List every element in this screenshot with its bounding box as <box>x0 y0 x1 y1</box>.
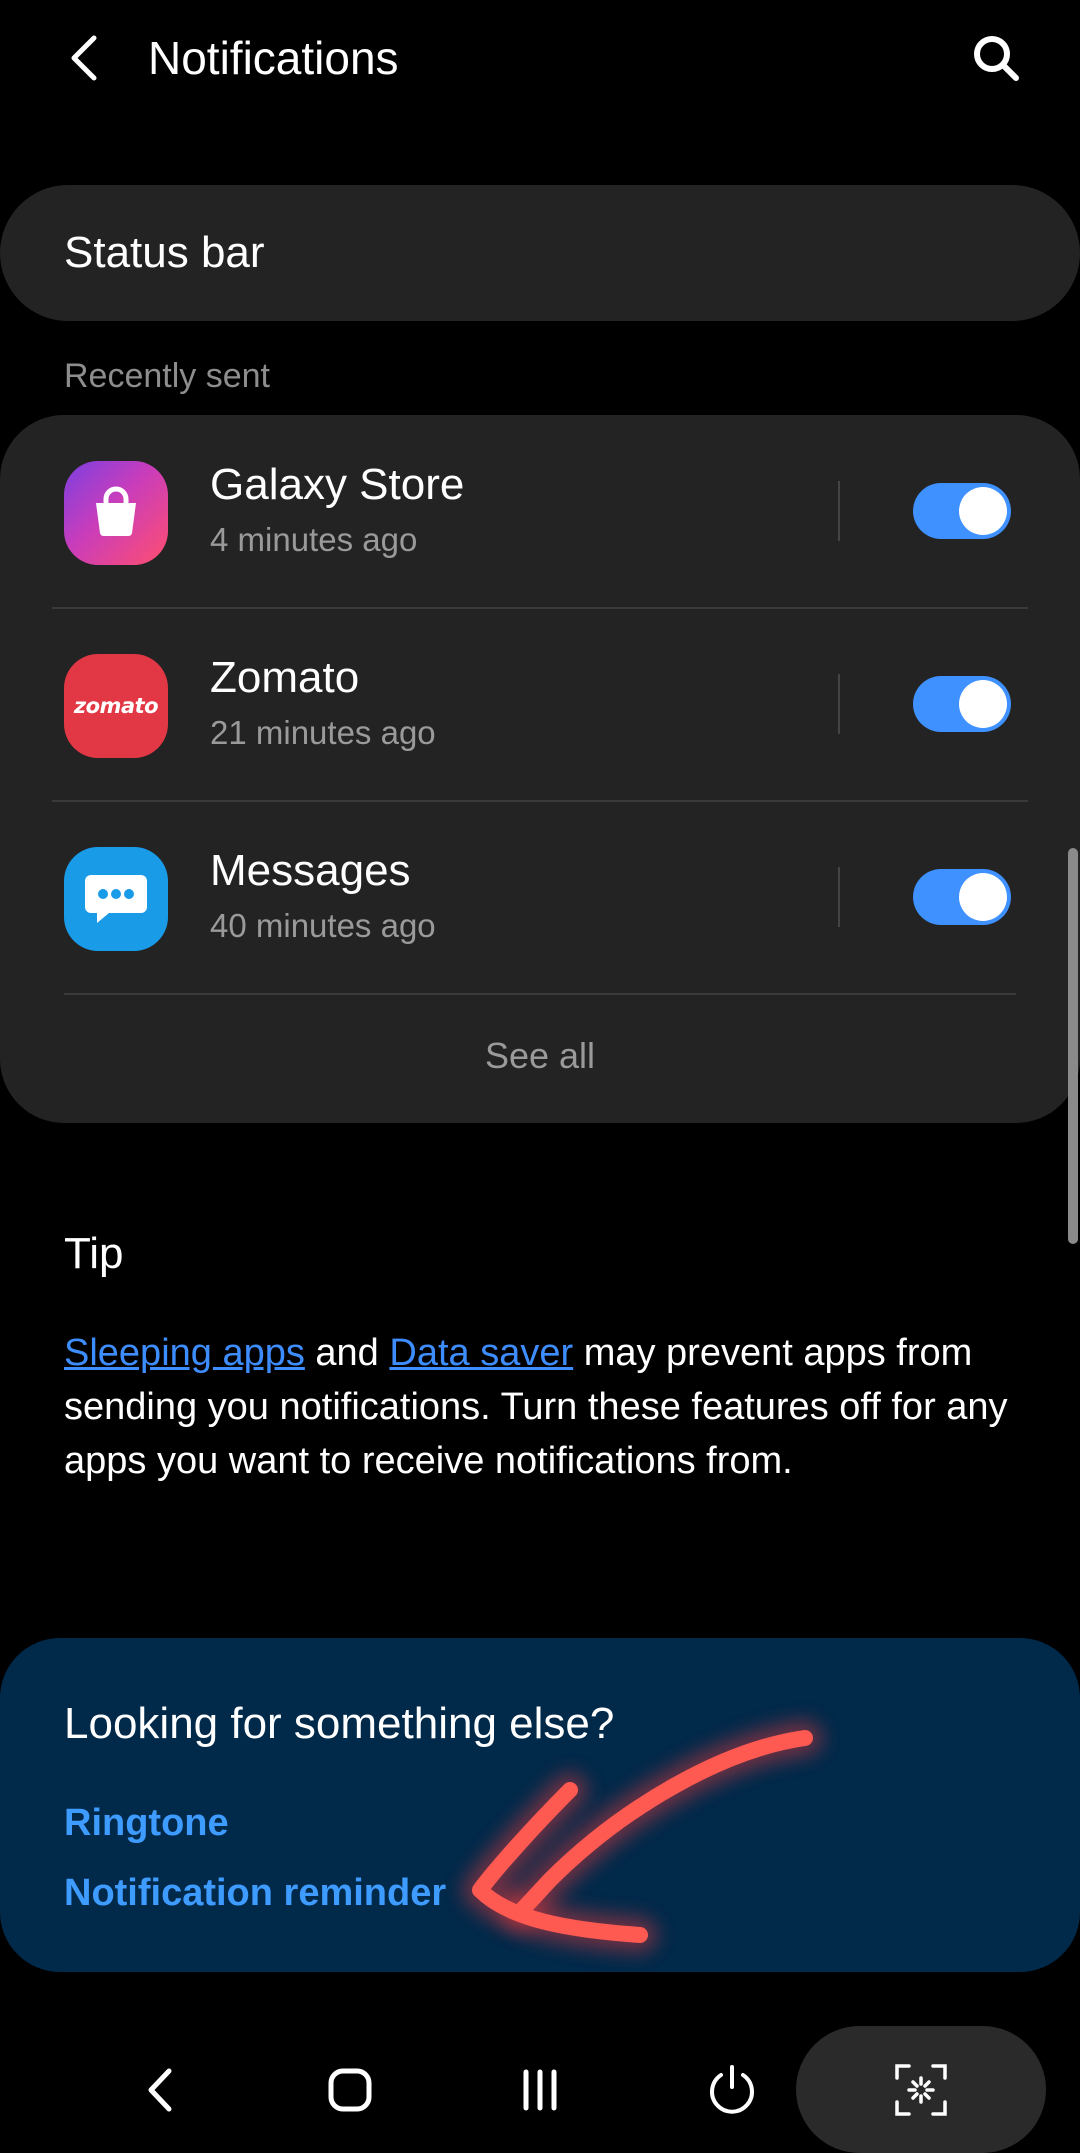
power-icon <box>710 2065 754 2114</box>
toggle-knob <box>959 873 1007 921</box>
zomato-toggle[interactable] <box>913 676 1011 732</box>
chevron-left-icon <box>71 35 97 81</box>
app-time: 21 minutes ago <box>210 714 436 751</box>
nav-back-icon <box>148 2068 172 2112</box>
divider <box>64 993 1016 995</box>
app-name: Messages <box>210 846 411 895</box>
row-separator <box>838 481 840 541</box>
app-name: Galaxy Store <box>210 460 465 509</box>
notification-reminder-link[interactable]: Notification reminder <box>64 1868 446 1918</box>
app-time: 40 minutes ago <box>210 907 436 944</box>
power-button[interactable] <box>700 2055 764 2125</box>
page-title: Notifications <box>148 32 399 84</box>
sleeping-apps-link[interactable]: Sleeping apps <box>64 1332 305 1374</box>
app-name: Zomato <box>210 653 360 702</box>
messages-icon <box>64 847 168 951</box>
app-row-galaxy-store[interactable]: Galaxy Store 4 minutes ago <box>0 415 1080 607</box>
app-row-messages[interactable]: Messages 40 minutes ago <box>0 801 1080 993</box>
tip-text: Sleeping apps and Data saver may prevent… <box>64 1332 1008 1482</box>
recently-sent-card: Galaxy Store 4 minutes ago zomato Zomato… <box>0 415 1080 1123</box>
home-icon <box>328 2068 372 2112</box>
row-separator <box>838 867 840 927</box>
galaxy-store-icon <box>64 461 168 565</box>
recently-sent-label: Recently sent <box>64 357 270 395</box>
row-separator <box>838 674 840 734</box>
app-row-zomato[interactable]: zomato Zomato 21 minutes ago <box>0 608 1080 800</box>
tip-title: Tip <box>64 1229 124 1278</box>
app-time: 4 minutes ago <box>210 521 418 558</box>
status-bar-label: Status bar <box>64 228 265 277</box>
search-icon <box>974 36 1019 81</box>
nav-home-button[interactable] <box>318 2055 382 2125</box>
nav-recents-button[interactable] <box>510 2055 570 2125</box>
galaxy-store-toggle[interactable] <box>913 483 1011 539</box>
status-bar-setting[interactable]: Status bar <box>0 185 1080 321</box>
messages-toggle[interactable] <box>913 869 1011 925</box>
see-all-button[interactable]: See all <box>0 1033 1080 1079</box>
ringtone-link[interactable]: Ringtone <box>64 1798 229 1848</box>
data-saver-link[interactable]: Data saver <box>389 1332 573 1374</box>
nav-back-button[interactable] <box>130 2055 190 2125</box>
recent-apps-icon <box>523 2069 557 2111</box>
toggle-knob <box>959 680 1007 728</box>
screen-capture-icon <box>895 2064 947 2116</box>
toggle-knob <box>959 487 1007 535</box>
screenshot-capture-button[interactable] <box>796 2026 1046 2153</box>
search-button[interactable] <box>966 28 1026 88</box>
zomato-icon: zomato <box>64 654 168 758</box>
back-button[interactable] <box>56 30 112 86</box>
red-arrow-annotation <box>463 1721 822 1952</box>
scrollbar[interactable] <box>1068 848 1078 1244</box>
